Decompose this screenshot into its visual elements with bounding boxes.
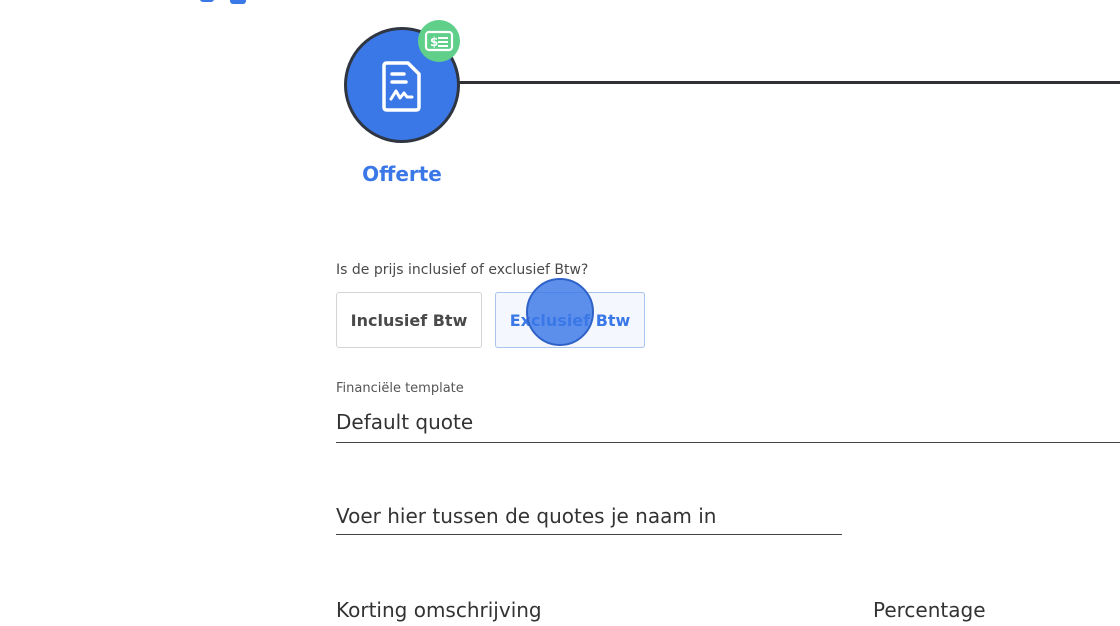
- financial-template-underline: [336, 442, 1120, 443]
- quote-form-page: $ Offerte Is de prijs inclusief of exclu…: [0, 0, 1120, 626]
- vat-inclusive-button[interactable]: Inclusief Btw: [336, 292, 482, 348]
- discount-percentage-label: Percentage: [873, 598, 986, 622]
- step-label-offerte: Offerte: [362, 162, 442, 186]
- svg-text:$: $: [430, 35, 438, 49]
- signed-document-icon: [382, 61, 421, 112]
- cropped-heading-fragment: [200, 0, 260, 4]
- financial-template-select[interactable]: Default quote: [336, 410, 473, 434]
- financial-template-label: Financiële template: [336, 381, 464, 396]
- money-bill-icon: $: [418, 20, 460, 62]
- progress-line: [456, 81, 1120, 84]
- vat-exclusive-button[interactable]: Exclusief Btw: [495, 292, 645, 348]
- vat-question: Is de prijs inclusief of exclusief Btw?: [336, 262, 589, 278]
- name-input[interactable]: [336, 504, 842, 535]
- discount-description-label: Korting omschrijving: [336, 598, 542, 622]
